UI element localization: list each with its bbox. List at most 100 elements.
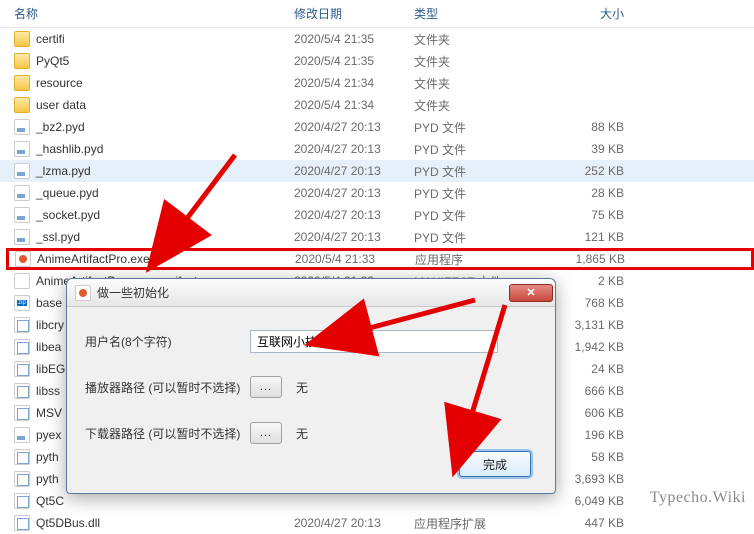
column-name[interactable]: 名称 bbox=[14, 5, 294, 22]
dll-icon bbox=[14, 339, 30, 355]
file-row[interactable]: _hashlib.pyd 2020/4/27 20:13PYD 文件39 KB bbox=[0, 138, 754, 160]
file-row[interactable]: _lzma.pyd2020/4/27 20:13PYD 文件252 KB bbox=[0, 160, 754, 182]
file-name: PyQt5 bbox=[36, 54, 69, 68]
file-type: 应用程序 bbox=[415, 251, 545, 268]
file-type: PYD 文件 bbox=[414, 141, 544, 158]
username-input[interactable] bbox=[250, 330, 498, 353]
file-name: AnimeArtifactPro.exe bbox=[37, 252, 150, 266]
file-size: 75 KB bbox=[544, 208, 644, 222]
file-size: 88 KB bbox=[544, 120, 644, 134]
file-row[interactable]: _ssl.pyd 2020/4/27 20:13PYD 文件121 KB bbox=[0, 226, 754, 248]
file-date: 2020/5/4 21:35 bbox=[294, 32, 414, 46]
file-name: libss bbox=[36, 384, 60, 398]
file-type: 文件夹 bbox=[414, 53, 544, 70]
file-size: 121 KB bbox=[544, 230, 644, 244]
file-name: libEG bbox=[36, 362, 65, 376]
player-path-label: 播放器路径 (可以暂时不选择) bbox=[85, 379, 250, 396]
file-name: MSV bbox=[36, 406, 62, 420]
file-name: _hashlib.pyd bbox=[36, 142, 103, 156]
column-date[interactable]: 修改日期 bbox=[294, 5, 414, 22]
column-type[interactable]: 类型 bbox=[414, 5, 544, 22]
file-type: 文件夹 bbox=[414, 31, 544, 48]
file-type: PYD 文件 bbox=[414, 207, 544, 224]
downloader-path-row: 下载器路径 (可以暂时不选择) ... 无 bbox=[85, 419, 537, 447]
pyd-icon bbox=[14, 141, 30, 157]
file-name: Qt5C bbox=[36, 494, 64, 508]
close-button[interactable]: ✕ bbox=[509, 284, 553, 302]
file-type: PYD 文件 bbox=[414, 185, 544, 202]
file-date: 2020/5/4 21:34 bbox=[294, 98, 414, 112]
dll-icon bbox=[14, 493, 30, 509]
file-row[interactable]: resource2020/5/4 21:34文件夹 bbox=[0, 72, 754, 94]
dll-icon bbox=[14, 471, 30, 487]
file-size: 3,693 KB bbox=[544, 472, 644, 486]
file-date: 2020/4/27 20:13 bbox=[294, 208, 414, 222]
file-size: 39 KB bbox=[544, 142, 644, 156]
file-name: pyex bbox=[36, 428, 61, 442]
file-row[interactable]: _bz2.pyd2020/4/27 20:13PYD 文件88 KB bbox=[0, 116, 754, 138]
dialog-title-text: 做一些初始化 bbox=[97, 284, 169, 301]
dll-icon bbox=[14, 515, 30, 531]
file-row[interactable]: Qt5DBus.dll2020/4/27 20:13应用程序扩展447 KB bbox=[0, 512, 754, 534]
dialog-titlebar[interactable]: 做一些初始化 ✕ bbox=[67, 279, 555, 307]
file-row[interactable]: _queue.pyd2020/4/27 20:13PYD 文件28 KB bbox=[0, 182, 754, 204]
column-size[interactable]: 大小 bbox=[544, 5, 644, 22]
file-name: base bbox=[36, 296, 62, 310]
file-name-cell: _bz2.pyd bbox=[14, 119, 294, 135]
dll-icon bbox=[14, 383, 30, 399]
file-type: 文件夹 bbox=[414, 97, 544, 114]
file-name: _bz2.pyd bbox=[36, 120, 85, 134]
file-name: Qt5DBus.dll bbox=[36, 516, 100, 530]
file-row[interactable]: AnimeArtifactPro.exe2020/5/4 21:33应用程序1,… bbox=[6, 248, 754, 270]
file-name-cell: _queue.pyd bbox=[14, 185, 294, 201]
file-row[interactable]: PyQt5 2020/5/4 21:35文件夹 bbox=[0, 50, 754, 72]
username-label: 用户名(8个字符) bbox=[85, 333, 250, 350]
dll-icon bbox=[14, 317, 30, 333]
file-size: 606 KB bbox=[544, 406, 644, 420]
file-size: 252 KB bbox=[544, 164, 644, 178]
file-date: 2020/5/4 21:35 bbox=[294, 54, 414, 68]
file-size: 447 KB bbox=[544, 516, 644, 530]
dll-icon bbox=[14, 449, 30, 465]
file-type: PYD 文件 bbox=[414, 229, 544, 246]
file-size: 58 KB bbox=[544, 450, 644, 464]
file-row[interactable]: user data2020/5/4 21:34文件夹 bbox=[0, 94, 754, 116]
file-name-cell: _socket.pyd bbox=[14, 207, 294, 223]
watermark: Typecho.Wiki bbox=[650, 489, 746, 507]
file-date: 2020/4/27 20:13 bbox=[294, 186, 414, 200]
zip-icon bbox=[14, 295, 30, 311]
file-size: 28 KB bbox=[544, 186, 644, 200]
file-name-cell: AnimeArtifactPro.exe bbox=[15, 251, 295, 267]
file-name-cell: PyQt5 bbox=[14, 53, 294, 69]
file-name-cell: resource bbox=[14, 75, 294, 91]
file-name: _ssl.pyd bbox=[36, 230, 80, 244]
file-name: libea bbox=[36, 340, 61, 354]
file-row[interactable]: _socket.pyd2020/4/27 20:13PYD 文件75 KB bbox=[0, 204, 754, 226]
file-date: 2020/4/27 20:13 bbox=[294, 142, 414, 156]
pyd-icon bbox=[14, 119, 30, 135]
file-name: pyth bbox=[36, 450, 59, 464]
downloader-browse-button[interactable]: ... bbox=[250, 422, 282, 444]
player-browse-button[interactable]: ... bbox=[250, 376, 282, 398]
file-row[interactable]: certifi2020/5/4 21:35文件夹 bbox=[0, 28, 754, 50]
dll-icon bbox=[14, 405, 30, 421]
file-name-cell: _lzma.pyd bbox=[14, 163, 294, 179]
file-name: _lzma.pyd bbox=[36, 164, 91, 178]
file-date: 2020/4/27 20:13 bbox=[294, 230, 414, 244]
folder-icon bbox=[14, 97, 30, 113]
file-name-cell: user data bbox=[14, 97, 294, 113]
pyd-icon bbox=[14, 207, 30, 223]
file-size: 196 KB bbox=[544, 428, 644, 442]
downloader-path-value: 无 bbox=[296, 425, 308, 442]
username-row: 用户名(8个字符) bbox=[85, 327, 537, 355]
file-type: PYD 文件 bbox=[414, 119, 544, 136]
manifest-icon bbox=[14, 273, 30, 289]
file-size: 24 KB bbox=[544, 362, 644, 376]
player-path-row: 播放器路径 (可以暂时不选择) ... 无 bbox=[85, 373, 537, 401]
file-name-cell: Qt5C bbox=[14, 493, 294, 509]
file-date: 2020/5/4 21:33 bbox=[295, 252, 415, 266]
close-icon: ✕ bbox=[526, 286, 535, 299]
file-name: pyth bbox=[36, 472, 59, 486]
done-button[interactable]: 完成 bbox=[459, 451, 531, 477]
pyd-icon bbox=[14, 427, 30, 443]
